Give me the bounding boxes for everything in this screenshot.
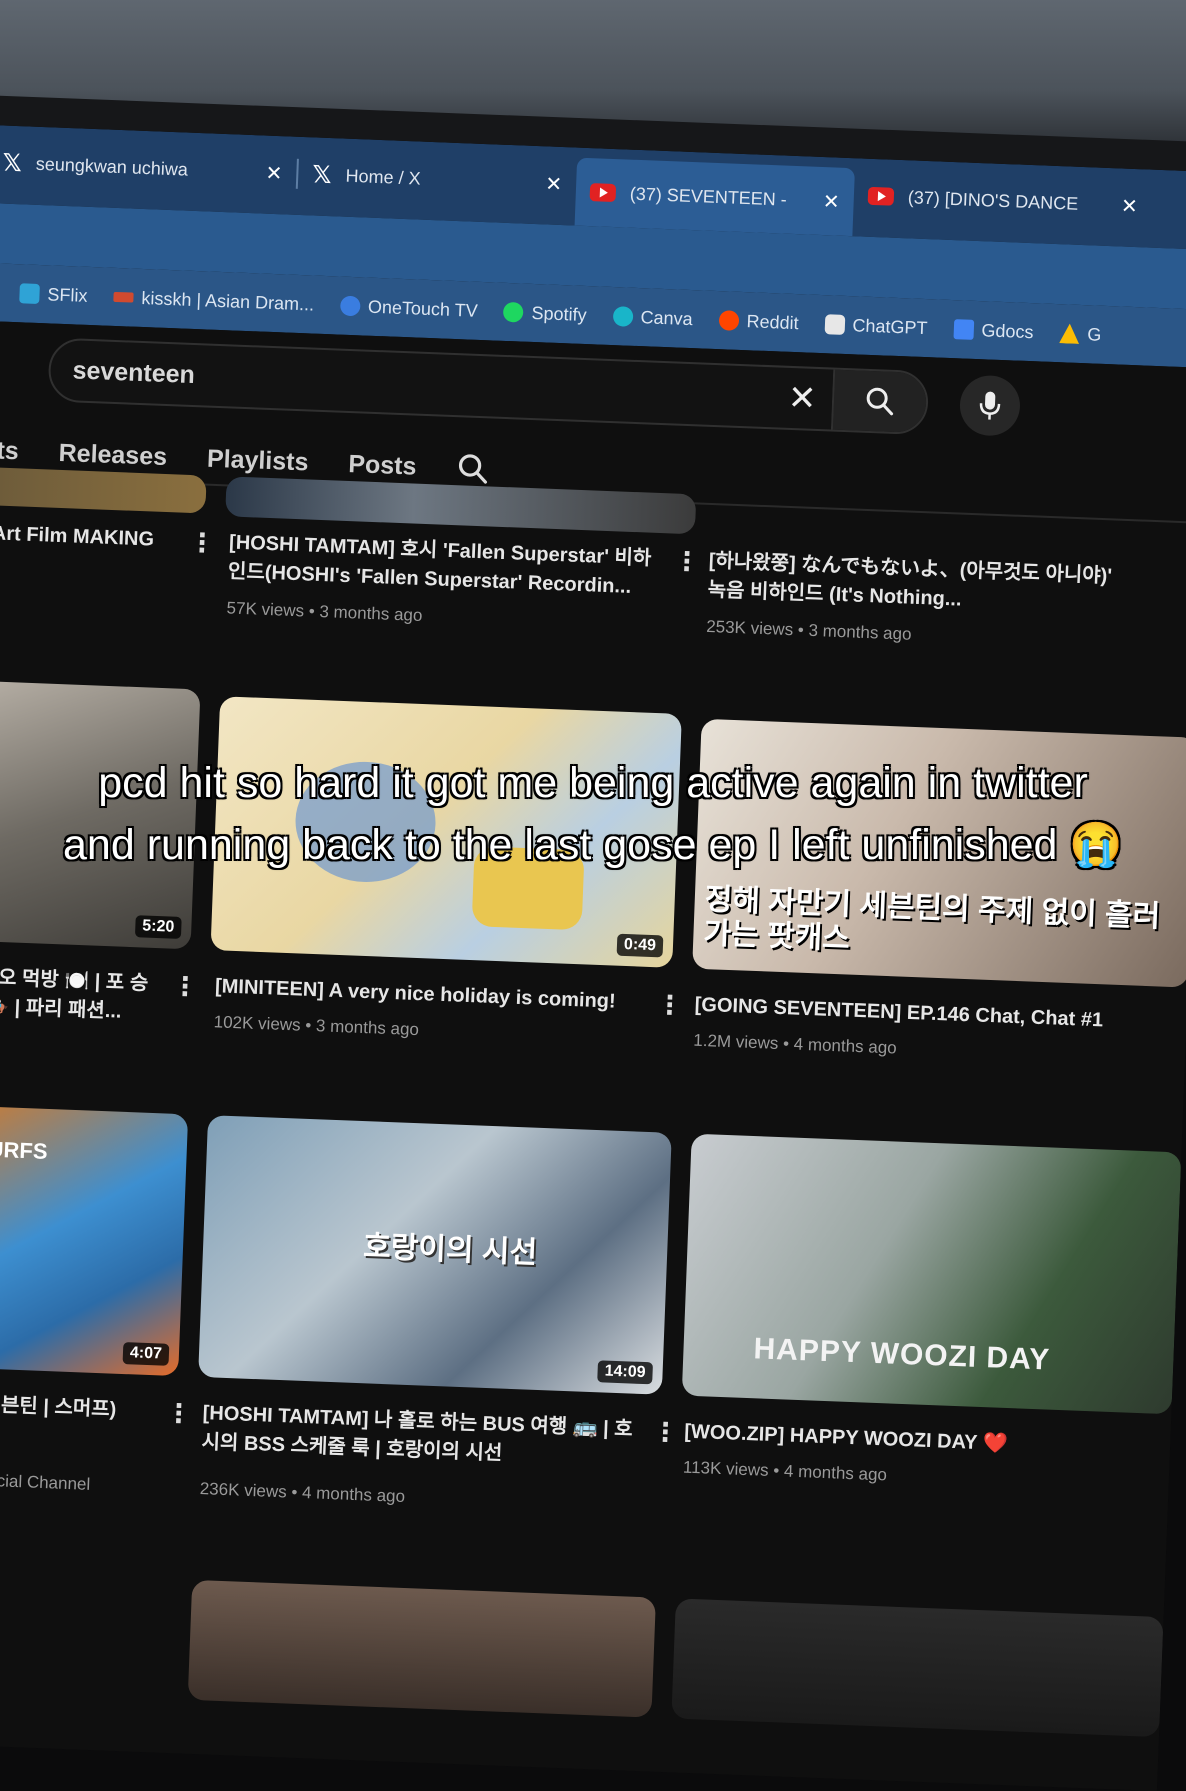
x-logo-icon: 𝕏	[312, 160, 332, 190]
video-title[interactable]: FS (세븐틴 | 스머프)	[0, 1389, 155, 1426]
more-options-icon[interactable]: ⋮	[652, 1416, 679, 1448]
youtube-logo-icon	[868, 187, 895, 206]
bookmark-label: Spotify	[531, 302, 587, 325]
video-title[interactable]: [GOING SEVENTEEN] EP.146 Chat, Chat #1	[694, 991, 1175, 1038]
search-button[interactable]	[831, 370, 927, 434]
x-logo-icon: 𝕏	[2, 148, 22, 178]
kisskh-icon	[113, 292, 133, 303]
search-icon	[863, 385, 896, 418]
video-meta: 253K views • 3 months ago	[706, 617, 912, 645]
video-row-2: 5:20 0:49 정해 자만기 세븐틴의 주제 없이 흘러가는 팟캐스 공바오…	[0, 681, 1186, 1108]
video-row-3: SMURFS 4:07 호랑이의 시선 14:09 HAPPY WOOZI DA…	[0, 1105, 1181, 1572]
video-meta: 57K views • 3 months ago	[226, 598, 423, 626]
video-meta: 113K views • 4 months ago	[683, 1458, 888, 1486]
video-title[interactable]: 공바오 먹방 🍽️ | 포 승마 🏇 | 파리 패션...	[0, 963, 162, 1029]
close-icon[interactable]: ✕	[545, 171, 563, 197]
bookmark-label: ChatGPT	[852, 315, 928, 339]
video-meta: fs • Official Channel	[0, 1469, 91, 1495]
chatgpt-icon	[824, 314, 845, 335]
spotify-icon	[503, 302, 524, 323]
bookmark-label: SFlix	[47, 284, 88, 307]
thumbnail-overlay-text: 호랑이의 시선	[363, 1221, 538, 1272]
video-title[interactable]: ' Art Film MAKING	[0, 519, 183, 556]
tab-posts[interactable]: Posts	[348, 450, 417, 482]
sflix-icon	[19, 283, 40, 304]
video-duration: 14:09	[597, 1360, 653, 1384]
video-duration: 5:20	[135, 915, 182, 939]
microphone-icon	[976, 389, 1003, 422]
close-icon[interactable]: ✕	[822, 189, 840, 215]
clear-search-icon[interactable]: ✕	[771, 377, 832, 419]
video-title[interactable]: [HOSHI TAMTAM] 호시 'Fallen Superstar' 비하인…	[227, 528, 659, 602]
tab-label: Home / X	[345, 165, 421, 189]
bookmark-gdrive[interactable]: G	[1059, 323, 1102, 346]
tab-seventeen-youtube[interactable]: (37) SEVENTEEN - Y... ✕	[575, 158, 855, 237]
bookmark-canva[interactable]: Canva	[612, 306, 693, 330]
video-thumbnail[interactable]	[671, 1598, 1163, 1737]
more-options-icon[interactable]: ⋮	[171, 971, 198, 1003]
gdocs-icon	[953, 319, 974, 340]
bookmark-chatgpt[interactable]: ChatGPT	[824, 314, 928, 339]
video-thumbnail[interactable]	[188, 1580, 656, 1718]
video-thumbnail[interactable]: SMURFS 4:07	[0, 1105, 188, 1376]
video-title[interactable]: [하나왔쭝] なんでもないよ、(아무것도 아니야)' 녹음 비하인드 (It's…	[707, 547, 1129, 621]
video-duration: 4:07	[123, 1342, 170, 1366]
video-thumbnail[interactable]	[0, 467, 207, 514]
video-thumbnail[interactable]: 호랑이의 시선 14:09	[198, 1115, 672, 1395]
bookmark-gdocs[interactable]: Gdocs	[953, 319, 1034, 343]
more-options-icon[interactable]: ⋮	[656, 989, 683, 1021]
tab-releases[interactable]: Releases	[58, 438, 167, 471]
onetouch-icon	[340, 296, 361, 317]
youtube-page: seventeen ✕ orts Releases Playlists Post…	[0, 321, 1186, 1791]
bookmark-label: kisskh | Asian Dram...	[141, 287, 314, 315]
youtube-logo-icon	[590, 183, 617, 202]
bookmark-label: Gdocs	[981, 320, 1034, 343]
close-icon[interactable]: ✕	[265, 160, 283, 186]
more-options-icon[interactable]: ⋮	[673, 546, 700, 578]
video-thumbnail[interactable]: HAPPY WOOZI DAY	[682, 1134, 1182, 1415]
tab-label: (37) SEVENTEEN - Y...	[629, 183, 790, 210]
more-options-icon[interactable]: ⋮	[189, 527, 216, 559]
bookmark-label: OneTouch TV	[368, 296, 478, 321]
gdrive-icon	[1059, 323, 1080, 344]
video-meta: 236K views • 4 months ago	[199, 1479, 405, 1507]
tab-label: (37) [DINO'S DANCE	[907, 187, 1078, 215]
bookmark-spotify[interactable]: Spotify	[503, 301, 587, 325]
video-caption-overlay: pcd hit so hard it got me being active a…	[0, 752, 1186, 876]
tab-seungkwan-uchiwa[interactable]: 𝕏 seungkwan uchiwa ✕	[0, 135, 297, 201]
bookmark-label: G	[1087, 324, 1102, 346]
bookmark-label: Reddit	[746, 311, 799, 334]
bookmark-label: Canva	[640, 307, 693, 330]
more-options-icon[interactable]: ⋮	[165, 1398, 192, 1430]
tab-label: seungkwan uchiwa	[35, 153, 188, 180]
video-duration: 0:49	[617, 934, 664, 958]
bookmark-reddit[interactable]: Reddit	[718, 310, 799, 334]
video-title[interactable]: [HOSHI TAMTAM] 나 홀로 하는 BUS 여행 🚌 | 호시의 BS…	[201, 1399, 643, 1474]
canva-icon	[612, 306, 633, 327]
tab-shorts[interactable]: orts	[0, 435, 19, 466]
tab-dinos-dance[interactable]: (37) [DINO'S DANCE ✕	[853, 168, 1153, 233]
video-title[interactable]: [MINITEEN] A very nice holiday is coming…	[215, 972, 656, 1018]
monitor-screen: 𝕏 seungkwan uchiwa ✕ 𝕏 Home / X ✕ (37) S…	[0, 125, 1186, 1791]
video-row-4	[0, 1570, 1164, 1737]
tab-home-x[interactable]: 𝕏 Home / X ✕	[297, 147, 577, 212]
bookmark-sflix[interactable]: SFlix	[19, 283, 88, 307]
bookmark-onetouch[interactable]: OneTouch TV	[340, 295, 478, 321]
reddit-icon	[718, 310, 739, 331]
search-input[interactable]: seventeen	[72, 356, 773, 412]
thumbnail-overlay-text: 정해 자만기 세븐틴의 주제 없이 흘러가는 팟캐스	[703, 883, 1185, 969]
video-meta: 1.2M views • 4 months ago	[693, 1031, 897, 1059]
thumbnail-overlay-text: SMURFS	[0, 1135, 48, 1165]
video-meta: 102K views • 3 months ago	[213, 1012, 419, 1040]
voice-search-button[interactable]	[959, 374, 1021, 436]
tab-playlists[interactable]: Playlists	[206, 444, 308, 477]
bookmark-kisskh[interactable]: kisskh | Asian Dram...	[113, 286, 314, 315]
close-icon[interactable]: ✕	[1120, 193, 1138, 219]
channel-search-icon[interactable]	[456, 451, 491, 486]
video-title[interactable]: [WOO.ZIP] HAPPY WOOZI DAY ❤️	[684, 1418, 1125, 1464]
search-bar[interactable]: seventeen ✕	[47, 337, 929, 435]
thumbnail-overlay-text: HAPPY WOOZI DAY	[753, 1332, 1051, 1377]
